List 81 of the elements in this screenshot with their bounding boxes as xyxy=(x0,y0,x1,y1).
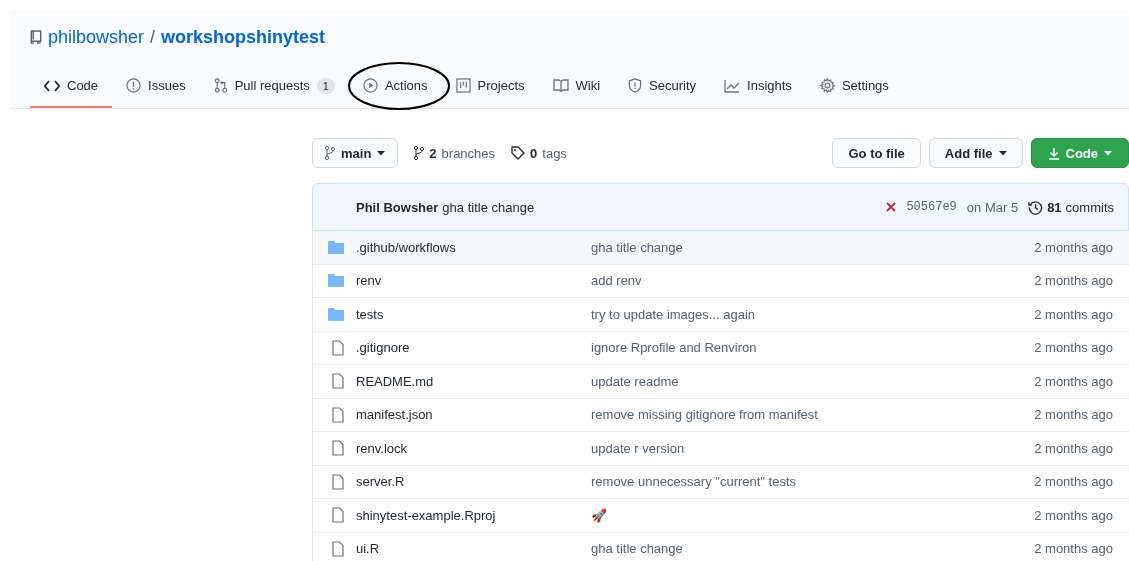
folder-icon xyxy=(328,240,344,254)
folder-icon xyxy=(328,307,344,321)
commit-age: 2 months ago xyxy=(1034,474,1113,490)
owner-link[interactable]: philbowsher xyxy=(48,27,145,48)
commit-message-link[interactable]: gha title change xyxy=(591,541,1035,557)
nav-tab[interactable]: Settings xyxy=(805,65,903,108)
nav-tab[interactable]: Wiki xyxy=(538,65,615,108)
shield-icon xyxy=(628,78,643,93)
file-link[interactable]: README.md xyxy=(356,373,591,389)
commit-message-link[interactable]: try to update images... again xyxy=(591,306,1035,322)
commit-message-link[interactable]: remove unnecessary "current" tests xyxy=(591,474,1035,490)
file-icon xyxy=(332,440,344,457)
commit-message-link[interactable]: ignore Rprofile and Renviron xyxy=(591,340,1035,356)
count-badge: 1 xyxy=(316,77,335,94)
commit-date: on Mar 5 xyxy=(966,199,1019,215)
commit-message-link[interactable]: update readme xyxy=(591,373,1035,389)
file-link[interactable]: .gitignore xyxy=(356,340,591,356)
commit-message-link[interactable]: gha title change xyxy=(591,239,1035,255)
file-icon xyxy=(332,507,344,524)
folder-icon xyxy=(328,274,344,288)
file-link[interactable]: renv.lock xyxy=(356,440,591,456)
history-icon xyxy=(1028,199,1044,215)
commit-age: 2 months ago xyxy=(1034,507,1113,523)
branch-select-button[interactable]: main xyxy=(312,138,399,168)
commit-sha-link[interactable]: 50567e9 xyxy=(906,200,957,214)
play-icon xyxy=(362,78,378,93)
tags-link[interactable]: 0 tags xyxy=(511,145,567,161)
file-icon xyxy=(332,373,344,390)
commit-author[interactable]: Phil Bowsher xyxy=(356,199,439,215)
commit-message-link[interactable]: remove missing gitignore from manifest xyxy=(591,407,1035,423)
commit-message-link[interactable]: gha title change xyxy=(442,199,535,215)
commit-age: 2 months ago xyxy=(1034,340,1113,356)
commit-age: 2 months ago xyxy=(1034,407,1113,423)
failure-cross-icon xyxy=(886,202,897,212)
nav-tab[interactable]: Pull requests 1 xyxy=(199,65,349,108)
caret-icon xyxy=(998,150,1007,156)
file-link[interactable]: server.R xyxy=(356,474,591,490)
repository-icon xyxy=(30,30,42,45)
commits-link[interactable]: 81 commits xyxy=(1028,199,1114,215)
pull-request-icon xyxy=(213,78,228,93)
commit-message-link[interactable]: add renv xyxy=(591,273,1035,289)
commit-age: 2 months ago xyxy=(1034,306,1113,322)
graph-icon xyxy=(724,78,741,93)
file-icon xyxy=(332,406,344,423)
path-separator: / xyxy=(150,27,156,48)
add-file-button[interactable]: Add file xyxy=(928,138,1023,168)
nav-tab[interactable]: Projects xyxy=(441,65,539,108)
code-icon xyxy=(44,79,60,92)
nav-tab[interactable]: Insights xyxy=(710,65,806,108)
folder-link[interactable]: renv xyxy=(356,273,591,289)
file-icon xyxy=(332,339,344,356)
commit-message-link[interactable]: update r version xyxy=(591,440,1035,456)
folder-link[interactable]: .github/workflows xyxy=(356,239,591,255)
go-to-file-button[interactable]: Go to file xyxy=(832,138,921,168)
file-link[interactable]: manifest.json xyxy=(356,407,591,423)
commit-age: 2 months ago xyxy=(1034,373,1113,389)
branch-icon xyxy=(325,146,335,160)
nav-tab[interactable]: Issues xyxy=(112,65,200,108)
project-board-icon xyxy=(455,78,471,93)
book-icon xyxy=(552,79,569,92)
commit-age: 2 months ago xyxy=(1034,541,1113,557)
folder-link[interactable]: tests xyxy=(356,306,591,322)
commit-age: 2 months ago xyxy=(1034,239,1113,255)
file-icon xyxy=(332,540,344,557)
caret-icon xyxy=(1104,150,1112,156)
repository-link[interactable]: workshopshinytest xyxy=(161,27,326,48)
gear-icon xyxy=(819,78,835,93)
nav-tab[interactable]: Security xyxy=(614,65,711,108)
branch-icon xyxy=(414,146,425,160)
nav-tab[interactable]: Code xyxy=(30,65,113,108)
commit-age: 2 months ago xyxy=(1034,273,1113,289)
tag-icon xyxy=(511,146,526,160)
file-link[interactable]: shinytest-example.Rproj xyxy=(356,507,591,523)
file-icon xyxy=(332,473,344,490)
download-icon xyxy=(1047,146,1060,160)
caret-icon xyxy=(377,150,386,156)
commit-age: 2 months ago xyxy=(1034,440,1113,456)
branches-link[interactable]: 2 branches xyxy=(414,145,496,161)
file-link[interactable]: ui.R xyxy=(356,541,591,557)
commit-message-link[interactable]: 🚀 xyxy=(591,507,1035,523)
issue-icon xyxy=(126,78,142,93)
